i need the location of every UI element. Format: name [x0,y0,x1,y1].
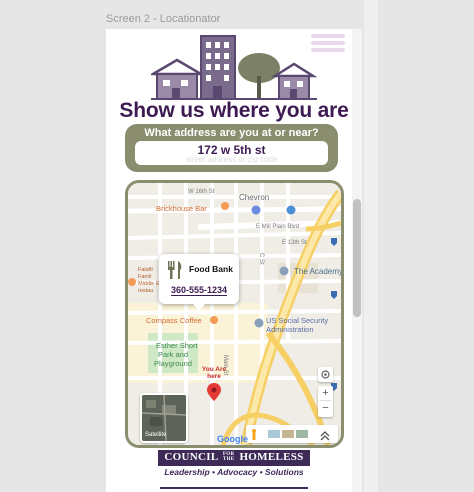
my-location-button[interactable] [318,367,333,382]
address-placeholder: street address or zip code [185,155,278,164]
scrollbar[interactable] [352,29,362,492]
crosshair-icon [321,370,330,379]
map-view[interactable]: W 16th St Chevron Brickhouse Bar E Mill … [125,180,344,448]
homeless-word: HOMELESS [239,451,304,463]
map-poi-label: Middle E [138,281,160,287]
council-logo[interactable]: COUNCIL FOR THE HOMELESS [158,450,310,466]
map-poi-label[interactable]: Esther Short [156,341,198,350]
you-are-here-line1: You Are [201,366,227,373]
satellite-label: Satellite [145,432,167,438]
popup-phone-link[interactable]: 360-555-1234 [171,285,228,296]
map-poi-label[interactable]: US Social Security [266,316,328,325]
map-poi-label: Park and [158,350,189,359]
page-title: Show us where you are [119,99,349,122]
address-panel: What address are you at or near? 172 w 5… [125,124,338,172]
zoom-out-button[interactable]: − [318,401,333,415]
scrollbar-thumb[interactable] [353,199,361,317]
map-poi-label: restau [138,288,154,294]
satellite-toggle[interactable]: Satellite [140,393,188,443]
map-poi-label: Famil [138,274,152,280]
location-pin-icon[interactable] [207,383,221,401]
tagline: Leadership • Advocacy • Solutions [164,467,304,477]
map-poi-label: Falafil [138,267,153,273]
council-word: COUNCIL [164,451,218,463]
utensils-icon [168,261,182,279]
map-poi-label[interactable]: Brickhouse Bar [156,204,207,213]
map-poi-label[interactable]: The Academy [294,267,341,276]
map-poi-label: Administration [266,325,314,334]
map-label: E 13th St [282,240,307,246]
map-bottom-toolbar [246,425,338,443]
zoom-control: + − [318,386,333,417]
map-toolbar-icons [252,429,330,441]
google-wordmark: Google [217,434,248,444]
you-are-here-label: You Are here [198,366,230,380]
divider [160,487,308,489]
skyline-illustration-icon [151,35,317,100]
address-input[interactable]: 172 w 5th st street address or zip code [135,141,328,165]
map-label: W 16th St [188,189,215,195]
phone-frame: Show us where you are What address are y… [106,29,362,492]
map-poi-label: Playground [154,359,192,368]
council-small-text: FOR THE [223,452,234,462]
address-question: What address are you at or near? [144,127,319,139]
screen-label: Screen 2 - Locationator [106,13,221,25]
popup-name: Food Bank [189,264,233,274]
google-logo: Google [217,434,248,444]
outer-scroll-track [364,0,378,492]
map-label: Chevron [239,193,270,202]
council-the: THE [222,457,235,463]
map-label: C St [258,253,264,265]
food-bank-popup[interactable]: Food Bank 360-555-1234 [159,254,239,311]
map-label: E Mill Plain Blvd [256,224,300,230]
zoom-in-button[interactable]: + [318,386,333,400]
you-are-here-line2: here [207,373,221,380]
map-poi-label[interactable]: Compass Coffee [146,316,202,325]
